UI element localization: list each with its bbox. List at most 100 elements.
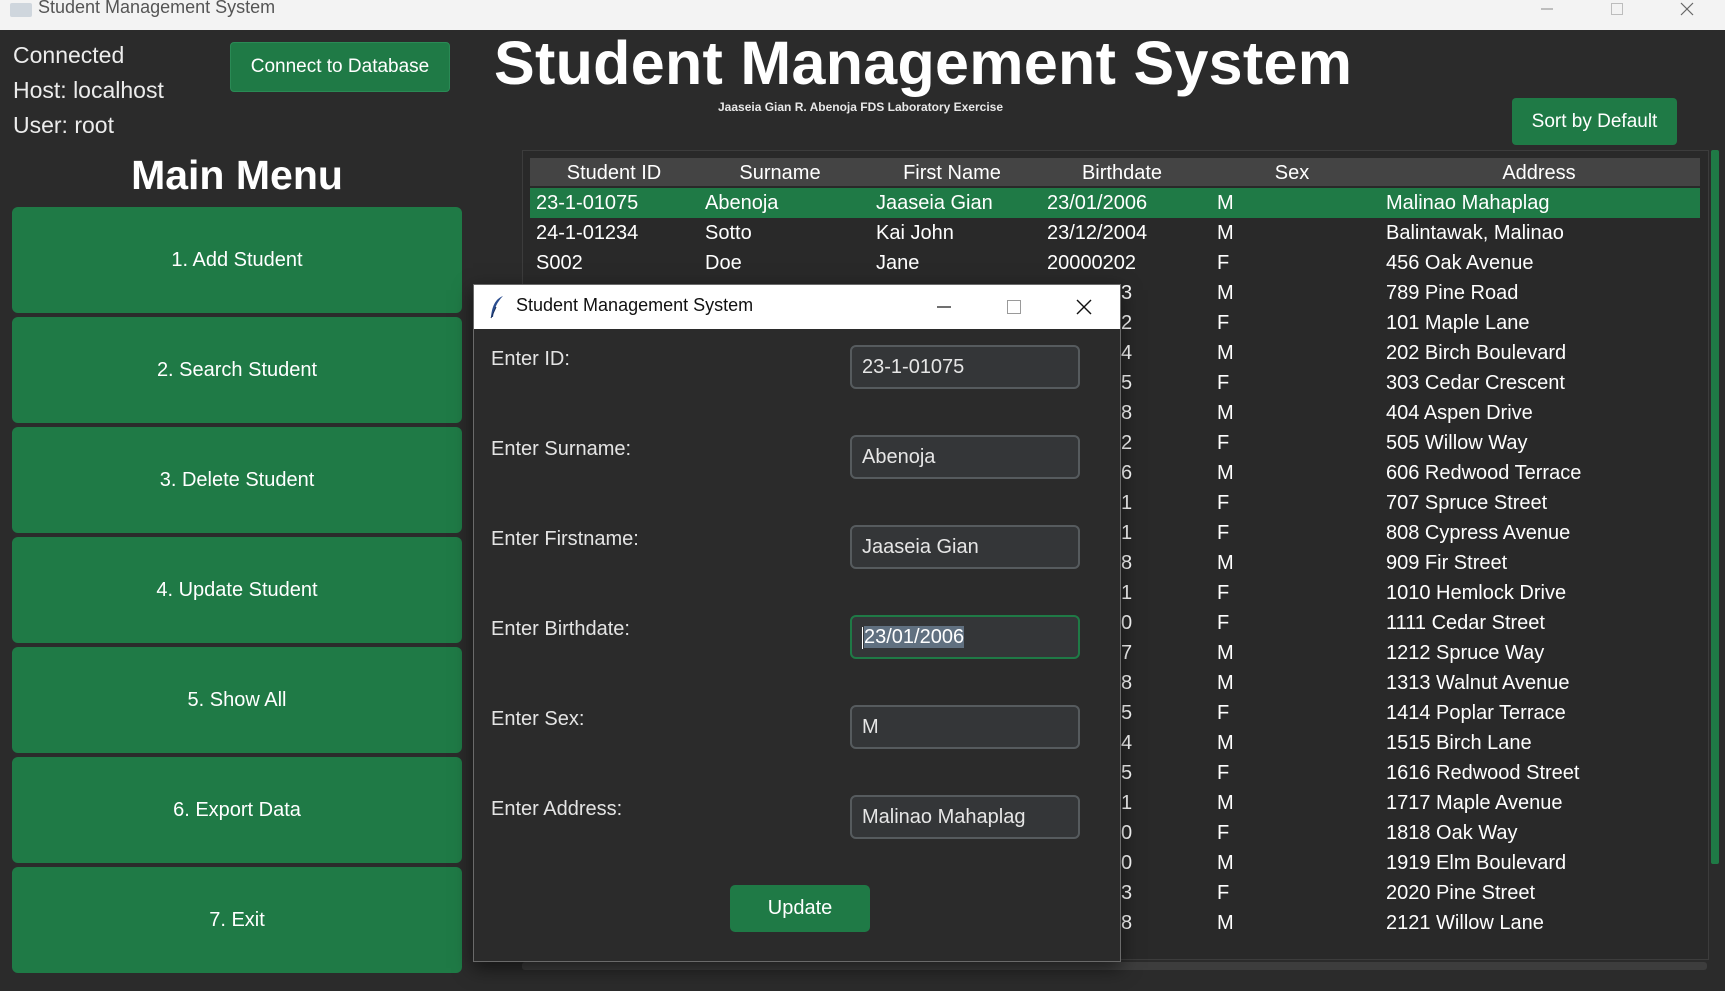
update-student-button[interactable]: 4. Update Student (12, 537, 462, 643)
show-all-button[interactable]: 5. Show All (12, 647, 462, 753)
cell-birthdate: 8 (1121, 552, 1133, 574)
connection-host: Host: localhost (13, 77, 164, 103)
main-menu-title: Main Menu (131, 152, 343, 198)
horizontal-scrollbar[interactable] (522, 962, 1707, 970)
cell-birthdate: 23/01/2006 (1047, 192, 1148, 214)
window-title: Student Management System (38, 0, 276, 17)
cell-first-name: Kai John (876, 222, 954, 244)
cell-birthdate: 5 (1121, 372, 1133, 394)
cell-birthdate: 6 (1121, 462, 1133, 484)
cell-sex: M (1217, 282, 1234, 304)
cell-address: 606 Redwood Terrace (1386, 462, 1582, 484)
cell-sex: M (1217, 222, 1234, 244)
cell-sex: F (1217, 882, 1230, 904)
cell-sex: M (1217, 852, 1234, 874)
sex-input[interactable]: M (850, 705, 1080, 749)
export-data-button[interactable]: 6. Export Data (12, 757, 462, 863)
table-row[interactable]: 23-1-01075 Abenoja Jaaseia Gian 23/01/2006 M… (530, 188, 1700, 218)
cell-sex: M (1217, 642, 1234, 664)
exit-button[interactable]: 7. Exit (12, 867, 462, 973)
minimize-icon[interactable] (1524, 0, 1570, 24)
cell-address: 1111 Cedar Street (1386, 612, 1545, 634)
cell-sex: F (1217, 702, 1230, 724)
cell-address: 1818 Oak Way (1386, 822, 1518, 844)
cell-sex: M (1217, 462, 1234, 484)
update-button[interactable]: Update (730, 885, 870, 932)
cell-birthdate: 20000202 (1047, 252, 1136, 274)
cell-sex: M (1217, 732, 1234, 754)
cell-sex: F (1217, 612, 1230, 634)
birthdate-input[interactable]: 23/01/2006 (850, 615, 1080, 659)
cell-sex: F (1217, 822, 1230, 844)
vertical-scrollbar-thumb[interactable] (1711, 150, 1719, 864)
cell-address: 2020 Pine Street (1386, 882, 1535, 904)
cell-address: 202 Birch Boulevard (1386, 342, 1567, 364)
add-student-button[interactable]: 1. Add Student (12, 207, 462, 313)
cell-sex: M (1217, 402, 1234, 424)
cell-address: 808 Cypress Avenue (1386, 522, 1571, 544)
surname-input[interactable]: Abenoja (850, 435, 1080, 479)
window-titlebar: Student Management System (0, 0, 1725, 30)
firstname-input[interactable]: Jaaseia Gian (850, 525, 1080, 569)
connect-database-button[interactable]: Connect to Database (230, 42, 450, 92)
connection-state: Connected (13, 42, 125, 68)
dialog-close-icon[interactable] (1054, 285, 1114, 329)
cell-address: 1515 Birch Lane (1386, 732, 1532, 754)
column-header-sex[interactable]: Sex (1206, 158, 1378, 186)
cell-sex: F (1217, 372, 1230, 394)
cell-birthdate: 1 (1121, 522, 1133, 544)
firstname-label: Enter Firstname: (491, 528, 639, 550)
cell-sex: M (1217, 792, 1234, 814)
feather-icon (488, 295, 506, 319)
id-input[interactable]: 23-1-01075 (850, 345, 1080, 389)
cell-address: 1010 Hemlock Drive (1386, 582, 1567, 604)
cell-birthdate: 23/12/2004 (1047, 222, 1148, 244)
connection-user: User: root (13, 112, 114, 138)
cell-address: 404 Aspen Drive (1386, 402, 1533, 424)
cell-birthdate: 1 (1121, 582, 1133, 604)
maximize-icon[interactable] (1594, 0, 1640, 24)
update-dialog: Student Management System Enter ID: 23-1… (473, 284, 1121, 962)
cell-student-id: 24-1-01234 (536, 222, 639, 244)
close-icon[interactable] (1664, 0, 1710, 24)
table-row[interactable]: S002 Doe Jane 20000202 F 456 Oak Avenue (530, 248, 1700, 278)
cell-address: 101 Maple Lane (1386, 312, 1530, 334)
address-input[interactable]: Malinao Mahaplag (850, 795, 1080, 839)
cell-sex: F (1217, 582, 1230, 604)
cell-address: 1616 Redwood Street (1386, 762, 1580, 784)
cell-birthdate: 1 (1121, 492, 1133, 514)
column-header-birthdate[interactable]: Birthdate (1036, 158, 1208, 186)
dialog-title: Student Management System (516, 295, 754, 315)
cell-birthdate: 8 (1121, 912, 1133, 934)
cell-first-name: Jane (876, 252, 920, 274)
table-row[interactable]: 24-1-01234 Sotto Kai John 23/12/2004 M Balint… (530, 218, 1700, 248)
cell-sex: F (1217, 492, 1230, 514)
dialog-minimize-icon[interactable] (914, 285, 974, 329)
column-header-student-id[interactable]: Student ID (540, 158, 688, 186)
sort-default-button[interactable]: Sort by Default (1512, 98, 1677, 145)
delete-student-button[interactable]: 3. Delete Student (12, 427, 462, 533)
cell-sex: F (1217, 252, 1230, 274)
dialog-titlebar: Student Management System (474, 285, 1120, 329)
cell-birthdate: 4 (1121, 732, 1133, 754)
app-icon (10, 3, 32, 17)
address-label: Enter Address: (491, 798, 623, 820)
cell-birthdate: 3 (1121, 882, 1133, 904)
cell-birthdate: 3 (1121, 282, 1133, 304)
cell-address: 505 Willow Way (1386, 432, 1528, 454)
column-header-address[interactable]: Address (1378, 158, 1700, 186)
id-label: Enter ID: (491, 348, 570, 370)
cell-birthdate: 8 (1121, 672, 1133, 694)
column-header-surname[interactable]: Surname (694, 158, 866, 186)
cell-surname: Doe (705, 252, 742, 274)
cell-sex: F (1217, 312, 1230, 334)
table-header: Student ID Surname First Name Birthdate … (530, 158, 1700, 186)
cell-sex: M (1217, 192, 1234, 214)
dialog-maximize-icon[interactable] (984, 285, 1044, 329)
cell-birthdate: 1 (1121, 792, 1133, 814)
column-header-first-name[interactable]: First Name (866, 158, 1038, 186)
page-subtitle: Jaaseia Gian R. Abenoja FDS Laboratory E… (718, 100, 1003, 114)
cell-sex: M (1217, 912, 1234, 934)
cell-birthdate: 8 (1121, 402, 1133, 424)
search-student-button[interactable]: 2. Search Student (12, 317, 462, 423)
